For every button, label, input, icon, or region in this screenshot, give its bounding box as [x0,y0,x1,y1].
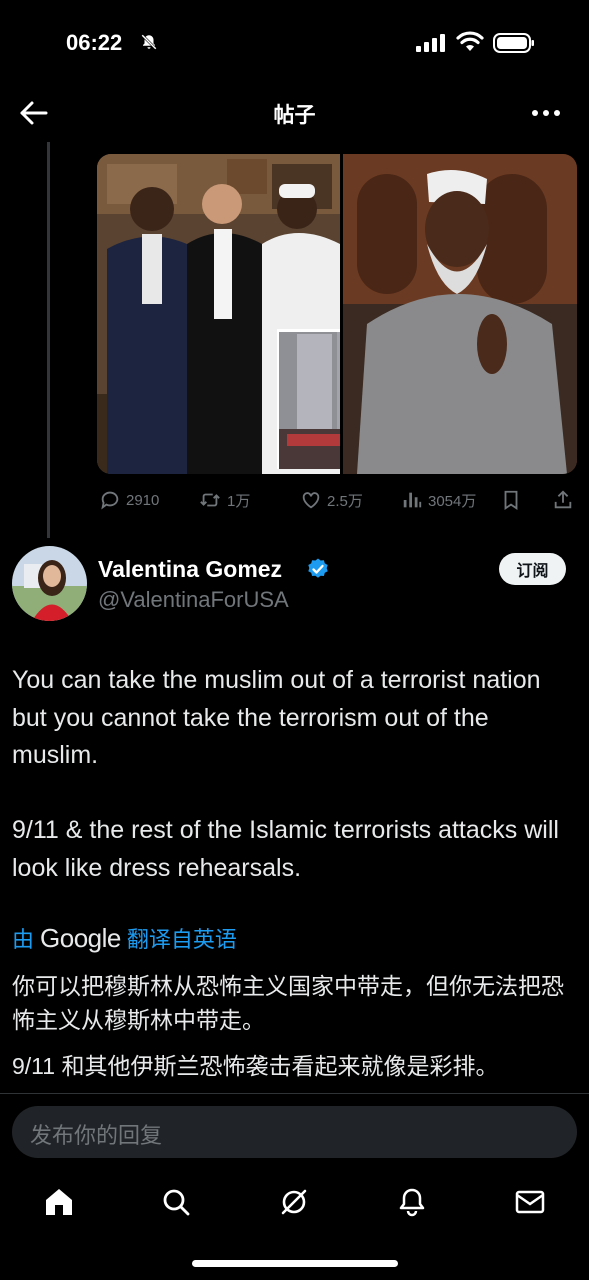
post-text-paragraph-1: You can take the muslim out of a terrori… [12,666,541,769]
messages-icon[interactable] [513,1185,547,1219]
thread-connector-line [47,142,50,538]
photo-man-in-white-cap[interactable] [343,154,577,474]
bell-slash-icon [141,34,157,50]
author-handle[interactable]: @ValentinaForUSA [98,587,289,613]
grok-icon[interactable] [277,1185,311,1219]
reply-icon [101,491,119,510]
quoted-post-media[interactable] [97,154,577,474]
translation-prefix: 由 [12,927,35,952]
more-options-button[interactable] [528,100,564,126]
bookmark-action[interactable] [500,487,527,513]
page-title: 帖子 [273,104,316,127]
author-name[interactable]: Valentina Gomez [98,556,282,583]
views-action[interactable]: 3054万 [401,487,476,513]
more-dots-icon [532,110,560,116]
reply-divider [0,1093,589,1094]
translated-text-1: 你可以把穆斯林从恐怖主义国家中带走，但你无法把恐怖主义从穆斯林中带走。 [12,973,564,1033]
post-text-paragraph-2: 9/11 & the rest of the Islamic terrorist… [12,816,559,882]
translated-text-2: 9/11 和其他伊斯兰恐怖袭击看起来就像是彩排。 [12,1053,499,1079]
like-action[interactable]: 2.5万 [300,487,363,513]
translation-suffix: 翻译自英语 [126,927,237,952]
share-icon [554,490,572,509]
like-count: 2.5万 [327,492,363,510]
reply-count: 2910 [126,491,160,509]
notifications-icon[interactable] [395,1185,429,1219]
status-time: 06:22 [66,30,123,55]
translation-attribution[interactable]: 由 Google 翻译自英语 [12,922,237,954]
google-logo-text: Google [40,922,121,953]
home-icon[interactable] [42,1185,76,1219]
views-count: 3054万 [428,492,477,510]
battery-icon [493,33,534,53]
like-icon [302,492,320,509]
home-indicator [192,1260,398,1267]
author-avatar[interactable] [12,546,87,621]
retweet-count: 1万 [227,492,251,510]
search-icon[interactable] [159,1185,193,1219]
retweet-icon [200,493,220,507]
wifi-icon [456,31,484,51]
share-action[interactable] [552,487,579,513]
views-icon [403,492,422,508]
retweet-action[interactable]: 1万 [198,487,250,513]
reply-placeholder: 发布你的回复 [30,1123,163,1148]
verified-badge-icon [308,558,328,578]
reply-action[interactable]: 2910 [99,487,159,513]
bookmark-icon [504,490,518,510]
signal-icon [416,34,445,52]
subscribe-button[interactable]: 订阅 [499,553,566,585]
